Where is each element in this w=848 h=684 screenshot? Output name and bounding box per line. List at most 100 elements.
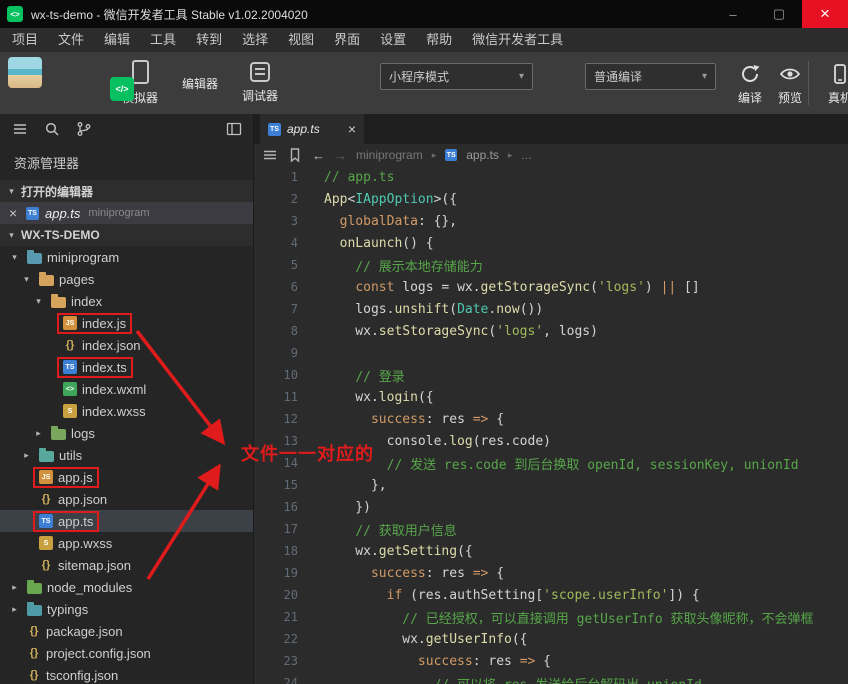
code-line[interactable]: 14 // 发送 res.code 到后台换取 openId, sessionK… [254, 452, 848, 474]
tree-item-sitemap.json[interactable]: {} sitemap.json [0, 554, 253, 576]
code-line[interactable]: 7 logs.unshift(Date.now()) [254, 298, 848, 320]
forward-arrow-icon[interactable]: → [334, 148, 347, 163]
line-number: 16 [283, 500, 298, 514]
breadcrumb-item[interactable]: app.ts [466, 148, 499, 162]
sidebar-toggle-icon[interactable] [226, 121, 242, 137]
close-button[interactable]: × [802, 0, 848, 28]
bookmark-icon[interactable] [287, 147, 303, 163]
tree-item-utils[interactable]: ▸ utils [0, 444, 253, 466]
close-icon[interactable]: × [9, 206, 20, 220]
menu-item[interactable]: 设置 [370, 28, 416, 52]
chevron-right-icon[interactable]: ▸ [32, 428, 45, 439]
chevron-down-icon[interactable]: ▾ [8, 252, 21, 263]
git-branch-icon[interactable] [76, 121, 92, 137]
code-line[interactable]: 9 [254, 342, 848, 364]
tree-item-content: pages [33, 269, 100, 290]
chevron-down-icon[interactable]: ▾ [32, 296, 45, 307]
code-line[interactable]: 6 const logs = wx.getStorageSync('logs')… [254, 276, 848, 298]
menu-item[interactable]: 编辑 [94, 28, 140, 52]
code-line[interactable]: 15 }, [254, 474, 848, 496]
debugger-toggle-button[interactable]: 调试器 [230, 55, 290, 111]
code-line[interactable]: 11 wx.login({ [254, 386, 848, 408]
project-root-header[interactable]: ▾ WX-TS-DEMO [0, 224, 253, 246]
folder-icon [27, 601, 42, 616]
code-line[interactable]: 3 globalData: {}, [254, 210, 848, 232]
menu-item[interactable]: 工具 [140, 28, 186, 52]
code-line[interactable]: 23 success: res => { [254, 650, 848, 672]
code-line[interactable]: 1 // app.ts [254, 166, 848, 188]
tree-item-index.ts[interactable]: TS index.ts [0, 356, 253, 378]
tree-item-package.json[interactable]: {} package.json [0, 620, 253, 642]
menu-item[interactable]: 选择 [232, 28, 278, 52]
tree-item-pages[interactable]: ▾ pages [0, 268, 253, 290]
back-arrow-icon[interactable]: ← [312, 148, 325, 163]
minimize-button[interactable]: – [710, 0, 756, 28]
code-line[interactable]: 12 success: res => { [254, 408, 848, 430]
code-line[interactable]: 8 wx.setStorageSync('logs', logs) [254, 320, 848, 342]
tree-item-app.js[interactable]: JS app.js [0, 466, 253, 488]
chevron-right-icon[interactable]: ▸ [8, 604, 21, 615]
code-line[interactable]: 5 // 展示本地存储能力 [254, 254, 848, 276]
menu-item[interactable]: 视图 [278, 28, 324, 52]
code-text: // 可以将 res 发送给后台解码出 unionId [298, 674, 702, 684]
compile-label: 编译 [737, 90, 762, 105]
code-line[interactable]: 22 wx.getUserInfo({ [254, 628, 848, 650]
tree-item-content: {} sitemap.json [33, 555, 137, 576]
user-avatar[interactable] [8, 57, 42, 88]
chevron-down-icon: ▾ [9, 185, 14, 196]
remote-debug-button[interactable]: 真机 [814, 57, 848, 111]
code-line[interactable]: 16 }) [254, 496, 848, 518]
open-editors-header[interactable]: ▾ 打开的编辑器 [0, 180, 253, 202]
open-editor-item-app-ts[interactable]: × TS app.ts miniprogram [0, 202, 253, 224]
menu-item[interactable]: 帮助 [416, 28, 462, 52]
tree-item-app.ts[interactable]: TS app.ts [0, 510, 253, 532]
tree-item-tsconfig.json[interactable]: {} tsconfig.json [0, 664, 253, 684]
tree-item-logs[interactable]: ▸ logs [0, 422, 253, 444]
menu-item[interactable]: 转到 [186, 28, 232, 52]
tree-item-node_modules[interactable]: ▸ node_modules [0, 576, 253, 598]
menu-item[interactable]: 项目 [2, 28, 48, 52]
search-icon[interactable] [44, 121, 60, 137]
tree-item-miniprogram[interactable]: ▾ miniprogram [0, 246, 253, 268]
explorer-list-icon[interactable] [12, 121, 28, 137]
chevron-right-icon[interactable]: ▸ [20, 450, 33, 461]
code-line[interactable]: 20 if (res.authSetting['scope.userInfo']… [254, 584, 848, 606]
code-lines: 1 // app.ts 2 App<IAppOption>({3 globalData… [254, 166, 848, 684]
maximize-button[interactable]: ▢ [756, 0, 802, 28]
code-line[interactable]: 24 // 可以将 res 发送给后台解码出 unionId [254, 672, 848, 684]
editor-toggle-button[interactable]: </> 编辑器 [110, 55, 230, 111]
tree-item-typings[interactable]: ▸ typings [0, 598, 253, 620]
compile-mode-select[interactable]: 普通编译 ▾ [585, 63, 716, 90]
code-line[interactable]: 17 // 获取用户信息 [254, 518, 848, 540]
tree-item-index.js[interactable]: JS index.js [0, 312, 253, 334]
tree-item-index[interactable]: ▾ index [0, 290, 253, 312]
code-text: // 已经授权，可以直接调用 getUserInfo 获取头像昵称，不会弹框 [402, 611, 814, 627]
tree-item-project.config.json[interactable]: {} project.config.json [0, 642, 253, 664]
tab-app-ts[interactable]: TS app.ts × [260, 114, 364, 144]
tree-item-label: app.js [58, 469, 93, 485]
code-text: }) [324, 499, 371, 515]
menu-item[interactable]: 文件 [48, 28, 94, 52]
code-line[interactable]: 18 wx.getSetting({ [254, 540, 848, 562]
mode-select[interactable]: 小程序模式 ▾ [380, 63, 533, 90]
menu-item[interactable]: 界面 [324, 28, 370, 52]
code-line[interactable]: 13 console.log(res.code) [254, 430, 848, 452]
menu-icon[interactable] [262, 147, 278, 163]
code-line[interactable]: 2 App<IAppOption>({ [254, 188, 848, 210]
tree-item-index.json[interactable]: {} index.json [0, 334, 253, 356]
breadcrumb-item[interactable]: miniprogram [356, 148, 423, 162]
tree-item-app.json[interactable]: {} app.json [0, 488, 253, 510]
chevron-down-icon[interactable]: ▾ [20, 274, 33, 285]
breadcrumb-item[interactable]: ... [521, 148, 531, 162]
code-line[interactable]: 19 success: res => { [254, 562, 848, 584]
line-number: 7 [290, 302, 298, 316]
chevron-right-icon[interactable]: ▸ [8, 582, 21, 593]
tree-item-index.wxss[interactable]: Sindex.wxss [0, 400, 253, 422]
menu-item[interactable]: 微信开发者工具 [462, 28, 573, 52]
tree-item-app.wxss[interactable]: Sapp.wxss [0, 532, 253, 554]
code-line[interactable]: 4 onLaunch() { [254, 232, 848, 254]
code-line[interactable]: 10 // 登录 [254, 364, 848, 386]
code-line[interactable]: 21 // 已经授权，可以直接调用 getUserInfo 获取头像昵称，不会弹… [254, 606, 848, 628]
tab-close-icon[interactable]: × [348, 122, 356, 136]
tree-item-index.wxml[interactable]: <> index.wxml [0, 378, 253, 400]
